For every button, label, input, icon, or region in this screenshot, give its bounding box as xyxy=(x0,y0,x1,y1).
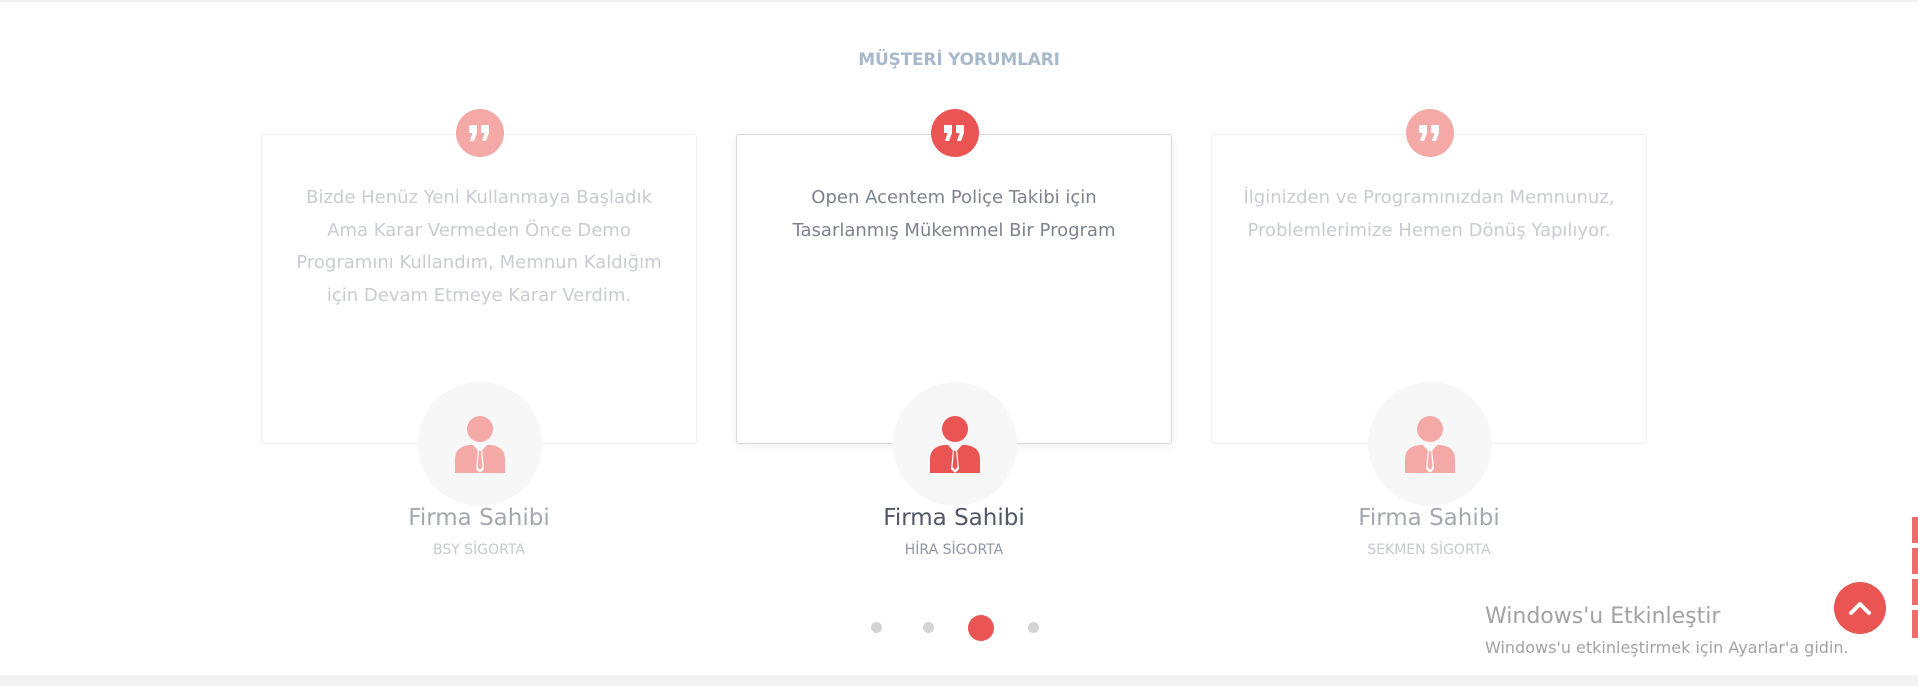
testimonial-text: Bizde Henüz Yeni Kullanmaya Başladık Ama… xyxy=(296,187,662,306)
businessman-icon xyxy=(418,382,542,506)
person-company: HİRA SİGORTA xyxy=(904,542,1004,558)
windows-activation-subtitle: Windows'u etkinleştirmek için Ayarlar'a … xyxy=(1485,638,1849,657)
side-tab[interactable] xyxy=(1912,548,1918,574)
carousel-dot-1[interactable] xyxy=(871,622,882,633)
windows-activation-title: Windows'u Etkinleştir xyxy=(1485,604,1721,629)
side-tab[interactable] xyxy=(1912,610,1918,638)
person-company: SEKMEN SİGORTA xyxy=(1367,542,1491,558)
quote-icon xyxy=(456,109,504,157)
side-tab[interactable] xyxy=(1912,517,1918,543)
section-title: MÜŞTERİ YORUMLARI xyxy=(858,50,1060,70)
carousel-dot-4[interactable] xyxy=(1028,622,1039,633)
person-name: Firma Sahibi xyxy=(1358,505,1500,531)
person-name: Firma Sahibi xyxy=(883,505,1025,531)
footer-band xyxy=(0,675,1918,686)
businessman-icon xyxy=(893,382,1017,506)
person-name: Firma Sahibi xyxy=(408,505,550,531)
businessman-icon xyxy=(1368,382,1492,506)
testimonial-text: Open Acentem Poliçe Takibi için Tasarlan… xyxy=(792,187,1116,241)
quote-icon xyxy=(931,109,979,157)
carousel-dot-2[interactable] xyxy=(923,622,934,633)
top-divider xyxy=(0,0,1918,2)
testimonial-text: İlginizden ve Programınızdan Memnunuz, P… xyxy=(1243,187,1615,241)
side-tab[interactable] xyxy=(1912,579,1918,605)
carousel-dot-3-active[interactable] xyxy=(968,615,994,641)
person-company: BSY SİGORTA xyxy=(433,542,525,558)
quote-icon xyxy=(1406,109,1454,157)
chevron-up-icon xyxy=(1849,602,1871,615)
scroll-to-top-button[interactable] xyxy=(1834,582,1886,634)
